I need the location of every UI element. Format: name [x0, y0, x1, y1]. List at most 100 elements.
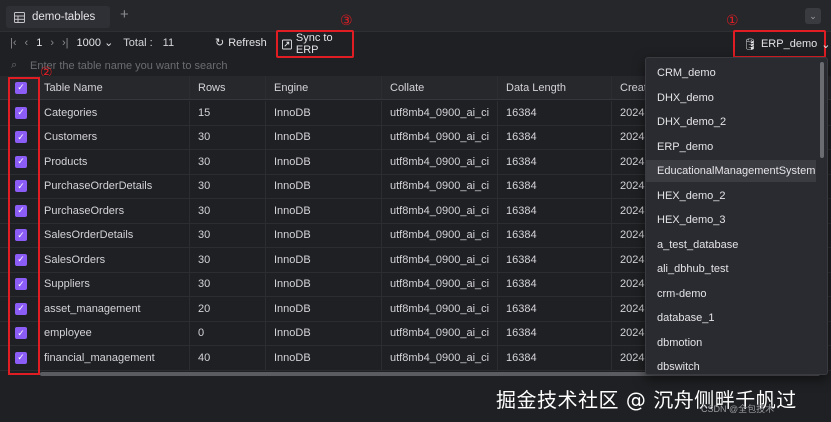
tab-bar: demo-tables + ⌄ — [0, 0, 831, 32]
cell-collate: utf8mb4_0900_ai_ci — [382, 101, 498, 125]
table-icon — [14, 11, 25, 23]
dropdown-item[interactable]: dbmotion — [646, 332, 816, 354]
cell-data-length: 16384 — [498, 174, 612, 198]
cell-collate: utf8mb4_0900_ai_ci — [382, 272, 498, 296]
pager: |‹ ‹ 1 › ›| 1000 ⌄ Total : 11 — [10, 36, 175, 50]
cell-data-length: 16384 — [498, 101, 612, 125]
database-select[interactable]: 🛢 ERP_demo ⌄ — [733, 30, 830, 58]
dropdown-item[interactable]: DHX_demo — [646, 87, 816, 109]
cell-data-length: 16384 — [498, 272, 612, 296]
prev-page-icon[interactable]: ‹ — [25, 37, 29, 49]
sync-icon — [282, 39, 292, 49]
cell-engine: InnoDB — [266, 223, 382, 247]
database-dropdown: CRM_demo DHX_demo DHX_demo_2 ERP_demo Educat… — [645, 57, 828, 375]
column-header-engine[interactable]: Engine — [266, 76, 382, 99]
cell-table-name: PurchaseOrders — [36, 199, 190, 223]
next-page-icon[interactable]: › — [50, 37, 54, 49]
cell-engine: InnoDB — [266, 174, 382, 198]
cell-rows: 30 — [190, 272, 266, 296]
cell-data-length: 16384 — [498, 346, 612, 370]
total-count: 11 — [162, 36, 175, 49]
cell-table-name: Suppliers — [36, 272, 190, 296]
cell-engine: InnoDB — [266, 297, 382, 321]
cell-rows: 30 — [190, 174, 266, 198]
cell-rows: 40 — [190, 346, 266, 370]
cell-rows: 30 — [190, 150, 266, 174]
cell-engine: InnoDB — [266, 150, 382, 174]
database-select-value: ERP_demo — [760, 38, 818, 50]
cell-collate: utf8mb4_0900_ai_ci — [382, 321, 498, 345]
column-header-table-name[interactable]: Table Name — [36, 76, 190, 99]
cell-data-length: 16384 — [498, 125, 612, 149]
cell-table-name: financial_management — [36, 346, 190, 370]
watermark-small-text: CSDN @全包技术 — [701, 404, 775, 414]
dropdown-item[interactable]: dbswitch — [646, 356, 816, 374]
cell-table-name: asset_management — [36, 297, 190, 321]
page-number[interactable]: 1 — [36, 37, 42, 49]
cell-data-length: 16384 — [498, 223, 612, 247]
dropdown-item[interactable]: EducationalManagementSystem — [646, 160, 816, 182]
dropdown-item[interactable]: crm-demo — [646, 283, 816, 305]
refresh-icon: ↻ — [215, 37, 225, 49]
cell-table-name: Customers — [36, 125, 190, 149]
cell-engine: InnoDB — [266, 248, 382, 272]
page-size-value: 1000 — [76, 37, 102, 49]
cell-collate: utf8mb4_0900_ai_ci — [382, 125, 498, 149]
dropdown-item[interactable]: a_test_database — [646, 234, 816, 256]
checkbox-highlight-box — [8, 77, 40, 375]
database-icon: 🛢 — [743, 38, 757, 51]
annotation-1: ① — [726, 12, 739, 28]
add-tab-button[interactable]: + — [120, 6, 129, 23]
cell-engine: InnoDB — [266, 321, 382, 345]
cell-collate: utf8mb4_0900_ai_ci — [382, 248, 498, 272]
first-page-icon[interactable]: |‹ — [10, 37, 17, 49]
page-size-select[interactable]: 1000 ⌄ — [77, 36, 114, 49]
column-header-collate[interactable]: Collate — [382, 76, 498, 99]
dropdown-scrollbar[interactable] — [820, 62, 824, 158]
dropdown-item[interactable]: ERP_demo — [646, 136, 816, 158]
cell-rows: 30 — [190, 223, 266, 247]
cell-engine: InnoDB — [266, 199, 382, 223]
dropdown-item[interactable]: ali_dbhub_test — [646, 258, 816, 280]
cell-table-name: Products — [36, 150, 190, 174]
dropdown-item[interactable]: database_1 — [646, 307, 816, 329]
cell-collate: utf8mb4_0900_ai_ci — [382, 297, 498, 321]
cell-data-length: 16384 — [498, 321, 612, 345]
search-input[interactable] — [30, 58, 630, 74]
cell-engine: InnoDB — [266, 346, 382, 370]
cell-rows: 30 — [190, 125, 266, 149]
column-header-data-length[interactable]: Data Length — [498, 76, 612, 99]
sync-to-erp-button[interactable]: Sync to ERP — [276, 30, 354, 58]
refresh-label: Refresh — [228, 36, 267, 49]
cell-table-name: PurchaseOrderDetails — [36, 174, 190, 198]
cell-table-name: employee — [36, 321, 190, 345]
dropdown-item[interactable]: HEX_demo_2 — [646, 185, 816, 207]
dropdown-item[interactable]: HEX_demo_3 — [646, 209, 816, 231]
tab-title: demo-tables — [32, 11, 96, 23]
column-header-rows[interactable]: Rows — [190, 76, 266, 99]
collapse-icon[interactable]: ⌄ — [805, 8, 821, 24]
dropdown-item[interactable]: DHX_demo_2 — [646, 111, 816, 133]
cell-rows: 30 — [190, 248, 266, 272]
toolbar: |‹ ‹ 1 › ›| 1000 ⌄ Total : 11 ↻ Refresh — [0, 32, 831, 56]
cell-rows: 20 — [190, 297, 266, 321]
cell-engine: InnoDB — [266, 272, 382, 296]
tab-demo-tables[interactable]: demo-tables — [6, 6, 110, 28]
refresh-button[interactable]: ↻ Refresh — [215, 36, 267, 50]
cell-table-name: SalesOrderDetails — [36, 223, 190, 247]
search-icon: ⌕ — [11, 59, 18, 71]
dropdown-item[interactable]: CRM_demo — [646, 62, 816, 84]
annotation-3: ③ — [340, 12, 353, 28]
cell-data-length: 16384 — [498, 150, 612, 174]
cell-collate: utf8mb4_0900_ai_ci — [382, 223, 498, 247]
chevron-down-icon: ⌄ — [821, 38, 831, 51]
cell-table-name: SalesOrders — [36, 248, 190, 272]
cell-rows: 30 — [190, 199, 266, 223]
chevron-down-icon: ⌄ — [104, 37, 114, 49]
cell-table-name: Categories — [36, 101, 190, 125]
cell-data-length: 16384 — [498, 297, 612, 321]
cell-data-length: 16384 — [498, 199, 612, 223]
last-page-icon[interactable]: ›| — [62, 37, 69, 49]
cell-collate: utf8mb4_0900_ai_ci — [382, 150, 498, 174]
cell-collate: utf8mb4_0900_ai_ci — [382, 346, 498, 370]
